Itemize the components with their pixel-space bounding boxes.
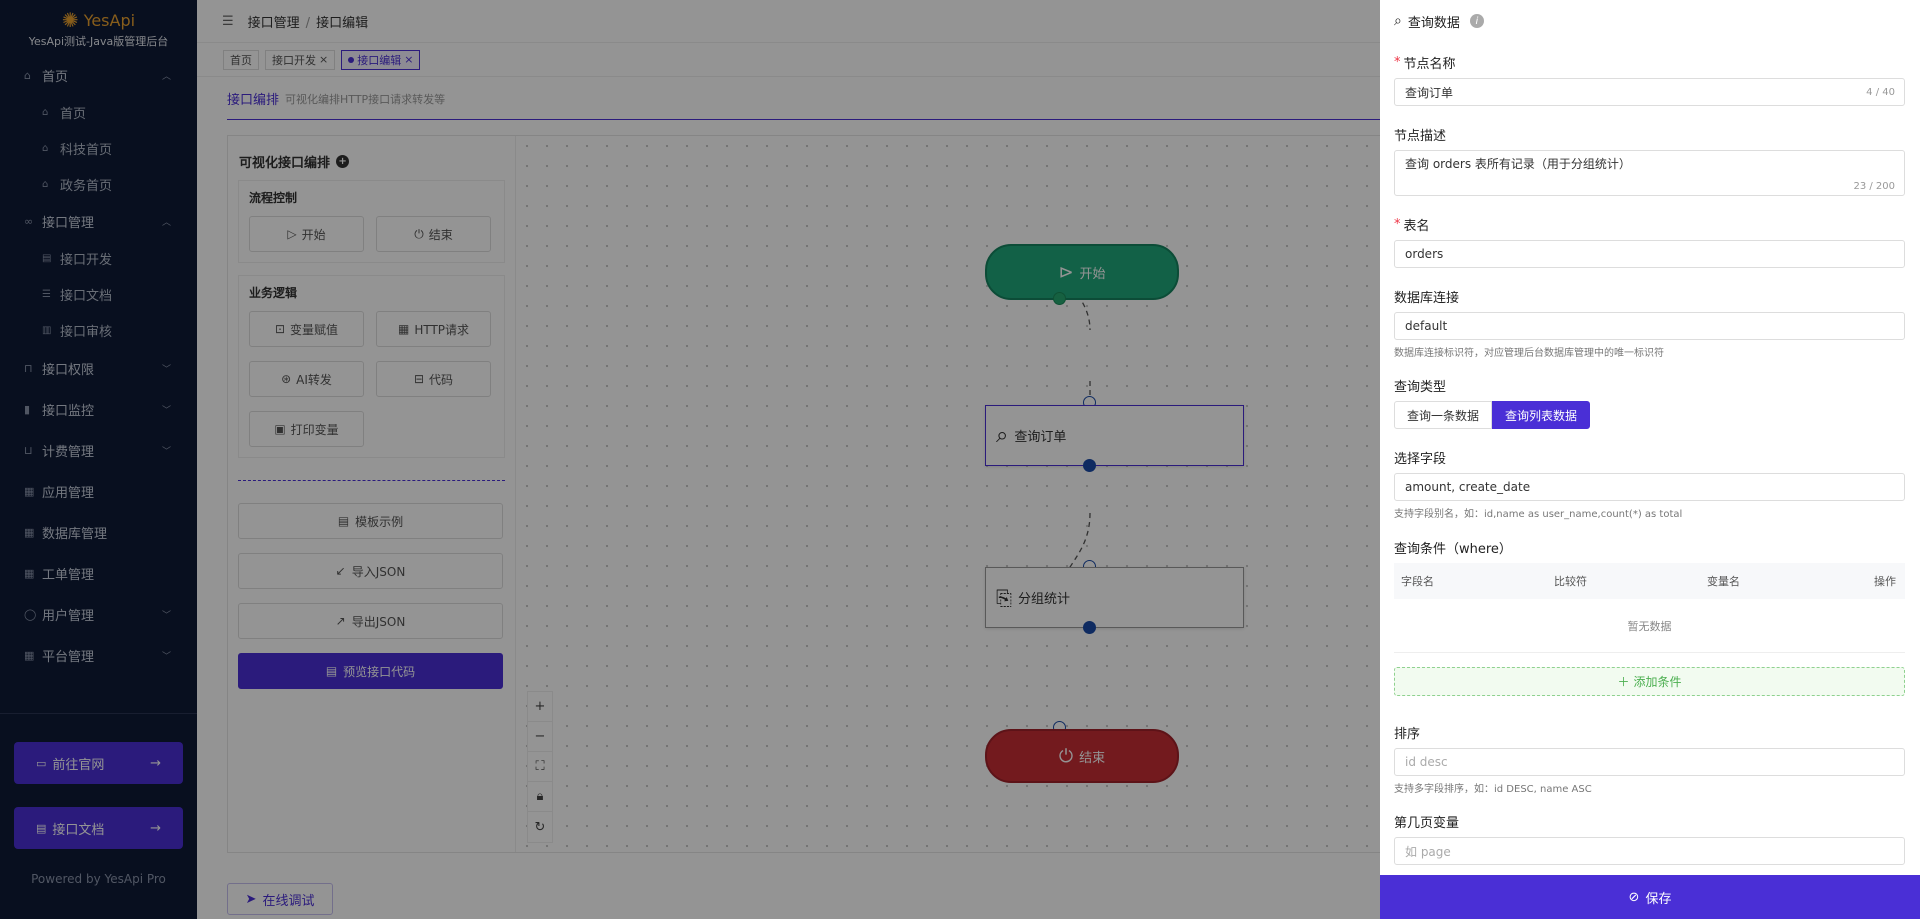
field-label: 查询条件（where） (1394, 541, 1512, 557)
field-label: 第几页变量 (1394, 815, 1460, 831)
drawer-header: ⌕ 查询数据 i (1380, 0, 1920, 42)
required-mark: * (1394, 54, 1401, 70)
query-type-list[interactable]: 查询列表数据 (1492, 401, 1591, 429)
field-hint: 支持字段别名，如：id,name as user_name,count(*) a… (1394, 509, 1683, 520)
query-type-segmented: 查询一条数据 查询列表数据 (1394, 401, 1905, 429)
field-label: 表名 (1403, 218, 1430, 234)
order-field: 排序 id desc 支持多字段排序，如：id DESC, name ASC (1394, 722, 1905, 795)
required-mark: * (1394, 216, 1401, 232)
field-label: 节点描述 (1394, 128, 1447, 144)
input-placeholder: 如 page (1405, 844, 1451, 859)
plus-icon: ＋ (1617, 675, 1630, 689)
column-header: 操作 (1874, 575, 1896, 588)
node-name-input[interactable]: 查询订单 4 / 40 (1394, 78, 1905, 106)
db-connection-field: 数据库连接 default 数据库连接标识符，对应管理后台数据库管理中的唯一标识… (1394, 286, 1905, 359)
page-var-field: 第几页变量 如 page (1394, 811, 1905, 865)
where-field: 查询条件（where） 字段名 比较符 变量名 操作 暂无数据 ＋添加条件 (1394, 537, 1905, 696)
field-label: 选择字段 (1394, 451, 1447, 467)
input-value: default (1405, 319, 1448, 333)
where-empty: 暂无数据 (1394, 599, 1905, 653)
node-desc-textarea[interactable]: 查询 orders 表所有记录（用于分组统计） 23 / 200 (1394, 150, 1905, 196)
node-desc-field: 节点描述 查询 orders 表所有记录（用于分组统计） 23 / 200 (1394, 124, 1905, 196)
column-header: 变量名 (1707, 575, 1740, 588)
info-icon[interactable]: i (1469, 14, 1484, 28)
field-label: 节点名称 (1403, 56, 1456, 72)
where-table-header: 字段名 比较符 变量名 操作 (1394, 563, 1905, 599)
save-button[interactable]: ⊘ 保存 (1380, 875, 1920, 919)
add-condition-button[interactable]: ＋添加条件 (1394, 667, 1905, 696)
drawer-title: 查询数据 (1407, 15, 1460, 31)
column-header: 字段名 (1401, 575, 1434, 588)
button-label: 添加条件 (1633, 675, 1682, 689)
modal-overlay[interactable] (0, 0, 1380, 919)
table-name-field: * 表名 orders (1394, 214, 1905, 268)
table-name-input[interactable]: orders (1394, 240, 1905, 268)
input-value: orders (1405, 247, 1444, 261)
check-circle-icon: ⊘ (1628, 889, 1640, 905)
field-hint: 数据库连接标识符，对应管理后台数据库管理中的唯一标识符 (1394, 348, 1664, 359)
node-config-drawer: ⌕ 查询数据 i * 节点名称 查询订单 4 / 40 节点描述 查询 orders… (1380, 0, 1920, 919)
field-label: 查询类型 (1394, 379, 1447, 395)
select-fields-input[interactable]: amount, create_date (1394, 473, 1905, 501)
char-count: 4 / 40 (1866, 86, 1895, 98)
input-placeholder: id desc (1405, 755, 1448, 769)
char-count: 23 / 200 (1853, 181, 1895, 192)
query-type-single[interactable]: 查询一条数据 (1394, 401, 1493, 429)
textarea-value: 查询 orders 表所有记录（用于分组统计） (1405, 157, 1631, 171)
select-fields-field: 选择字段 amount, create_date 支持字段别名，如：id,nam… (1394, 447, 1905, 520)
page-var-input[interactable]: 如 page (1394, 837, 1905, 865)
search-icon: ⌕ (1394, 13, 1402, 29)
button-label: 保存 (1645, 891, 1672, 907)
field-hint: 支持多字段排序，如：id DESC, name ASC (1394, 784, 1592, 795)
node-name-field: * 节点名称 查询订单 4 / 40 (1394, 52, 1905, 106)
field-label: 排序 (1394, 726, 1421, 742)
query-type-field: 查询类型 查询一条数据 查询列表数据 (1394, 375, 1905, 429)
input-value: amount, create_date (1405, 480, 1531, 494)
field-label: 数据库连接 (1394, 290, 1460, 306)
db-connection-input[interactable]: default (1394, 312, 1905, 340)
input-value: 查询订单 (1405, 85, 1454, 100)
order-input[interactable]: id desc (1394, 748, 1905, 776)
column-header: 比较符 (1554, 575, 1587, 588)
